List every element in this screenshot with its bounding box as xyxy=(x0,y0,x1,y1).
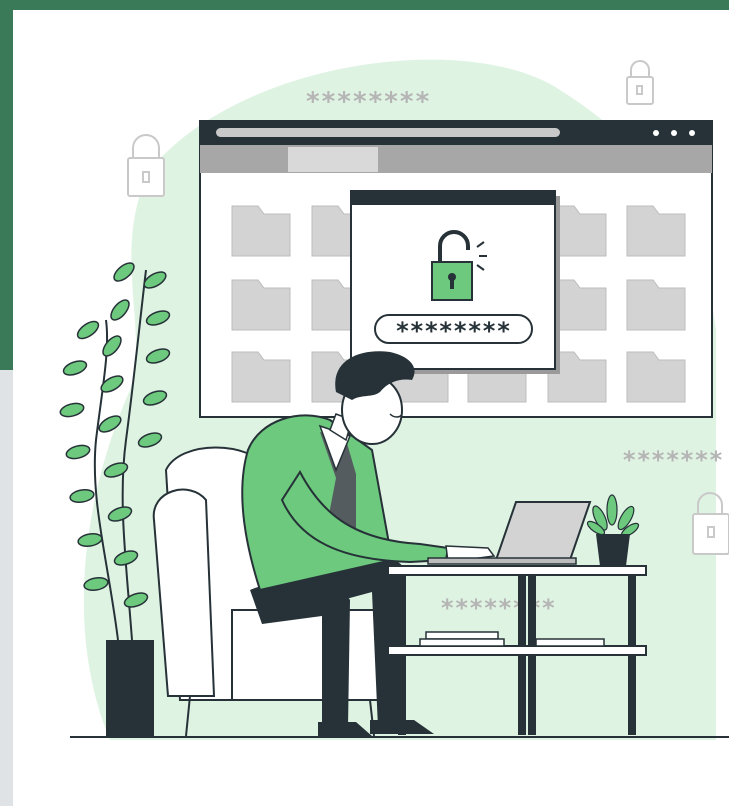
folder-icon xyxy=(626,351,686,403)
password-security-illustration: ******** ******* ******** ******** xyxy=(59,59,729,740)
login-dialog: ******** xyxy=(350,190,560,374)
folder-icon xyxy=(231,279,291,331)
table-asterisks: ******** xyxy=(440,594,556,622)
padlock-icon xyxy=(127,134,165,197)
password-text: ******** xyxy=(395,317,511,345)
window-dot xyxy=(671,130,677,136)
padlock-icon xyxy=(626,60,654,105)
right-asterisks: ******* xyxy=(622,446,723,474)
folder-icon xyxy=(626,205,686,257)
top-asterisks: ******** xyxy=(305,87,430,117)
window-dot xyxy=(689,130,695,136)
window-dot xyxy=(653,130,659,136)
active-tab xyxy=(288,147,378,172)
illustration-card: ******** ******* ******** ******** xyxy=(13,10,729,806)
folder-icon xyxy=(231,351,291,403)
folder-icon xyxy=(626,279,686,331)
folder-icon xyxy=(231,205,291,257)
address-bar xyxy=(216,128,560,137)
